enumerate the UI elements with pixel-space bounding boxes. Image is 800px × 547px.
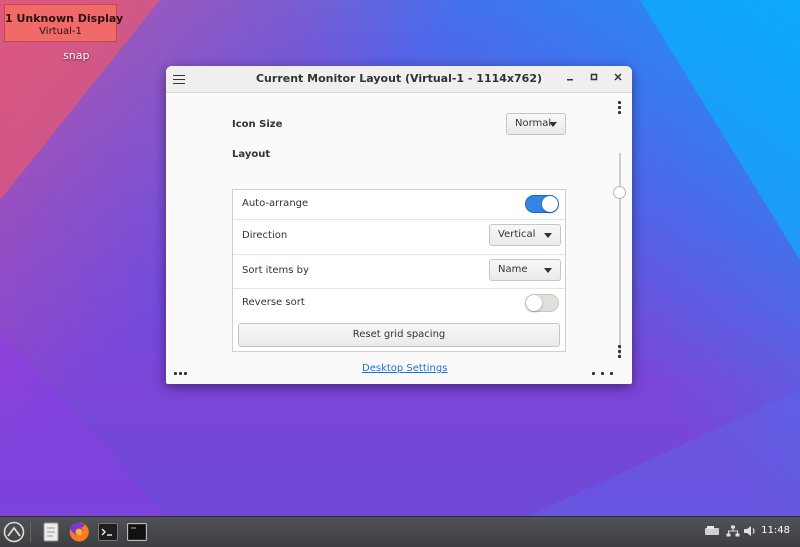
monitor-label-title: 1 Unknown Display (5, 12, 124, 25)
reverse-sort-label: Reverse sort (242, 297, 305, 308)
vertical-handle-dots-icon[interactable] (618, 101, 621, 116)
layout-list: Auto-arrange Direction Vertical Sort ite… (232, 189, 566, 352)
icon-size-dropdown[interactable]: Normal (506, 113, 566, 135)
maximize-icon[interactable] (586, 71, 602, 87)
terminal-window-icon[interactable] (126, 521, 148, 543)
taskbar: 11:48 (0, 516, 800, 547)
reset-grid-spacing-button[interactable]: Reset grid spacing (238, 323, 560, 347)
chevron-down-icon (549, 122, 557, 127)
layout-heading: Layout (232, 149, 271, 160)
display-icon[interactable] (704, 525, 719, 537)
reverse-sort-row[interactable]: Reverse sort (233, 288, 565, 318)
vertical-slider-track[interactable] (619, 153, 621, 358)
wallpaper-facet (640, 0, 800, 260)
taskbar-separator (30, 522, 31, 542)
auto-arrange-switch[interactable] (525, 195, 559, 213)
vertical-handle-dots-icon[interactable] (618, 345, 621, 360)
vertical-slider-knob[interactable] (613, 186, 626, 199)
titlebar[interactable]: Current Monitor Layout (Virtual-1 - 1114… (166, 66, 632, 93)
files-icon[interactable] (40, 521, 62, 543)
terminal-icon[interactable] (97, 521, 119, 543)
direction-dropdown[interactable]: Vertical (489, 224, 561, 246)
desktop-settings-link[interactable]: Desktop Settings (362, 363, 447, 374)
direction-row: Direction Vertical (233, 219, 565, 255)
wallpaper-facet (0, 330, 170, 520)
firefox-icon[interactable] (68, 521, 90, 543)
monitor-layout-window: Current Monitor Layout (Virtual-1 - 1114… (166, 66, 632, 384)
sort-items-dropdown[interactable]: Name (489, 259, 561, 281)
direction-label: Direction (242, 230, 288, 241)
auto-arrange-row[interactable]: Auto-arrange (233, 190, 565, 220)
auto-arrange-label: Auto-arrange (242, 198, 309, 209)
volume-icon[interactable] (743, 525, 757, 537)
monitor-label-subtitle: Virtual-1 (39, 26, 82, 37)
desktop-icon-label[interactable]: snap (63, 49, 89, 62)
sort-items-row: Sort items by Name (233, 254, 565, 289)
chevron-down-icon (544, 233, 552, 238)
horizontal-handle-dots-icon[interactable] (174, 372, 187, 375)
sort-items-value: Name (498, 264, 528, 275)
monitor-label: 1 Unknown Display Virtual-1 (4, 4, 124, 42)
close-icon[interactable] (610, 71, 626, 87)
sort-items-label: Sort items by (242, 265, 309, 276)
icon-size-label: Icon Size (232, 119, 283, 130)
taskbar-clock[interactable]: 11:48 (761, 525, 790, 536)
icon-size-value: Normal (515, 118, 552, 129)
reverse-sort-switch[interactable] (525, 294, 559, 312)
network-icon[interactable] (726, 525, 740, 537)
horizontal-handle-dots-icon[interactable] (592, 372, 613, 375)
wallpaper-facet (520, 390, 800, 520)
direction-value: Vertical (498, 229, 536, 240)
chevron-down-icon (544, 268, 552, 273)
window-content: Icon Size Normal Layout Auto-arrange Dir… (166, 93, 632, 384)
minimize-icon[interactable] (562, 71, 578, 87)
app-menu-icon[interactable] (3, 521, 25, 543)
